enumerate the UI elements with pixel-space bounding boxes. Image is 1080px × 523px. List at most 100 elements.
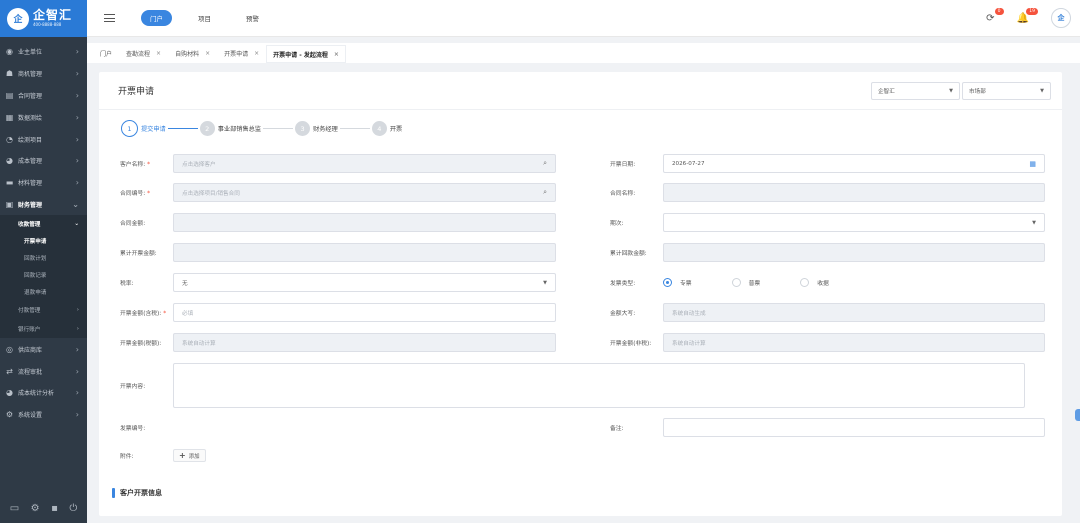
invoice-type-label: 发票类型:: [610, 281, 636, 287]
amount-upper-label: 金额大写:: [610, 311, 636, 317]
chevron-right-icon: ›: [75, 366, 79, 376]
chevron-right-icon: ›: [75, 112, 79, 122]
sidebar-item-payment[interactable]: 付款管理 ›: [0, 300, 87, 319]
sidebar-item-owner[interactable]: ◉ 业主单位 ›: [0, 41, 87, 63]
step-sales-director: 2 事业部销售总监: [199, 121, 261, 136]
calendar-icon: ▦: [1029, 159, 1036, 168]
power-icon[interactable]: ⏻: [69, 503, 77, 514]
chevron-right-icon: ›: [75, 178, 79, 188]
sidebar-item-payment-record[interactable]: 回款记录: [0, 266, 87, 283]
table-icon: ▦: [5, 112, 14, 122]
add-attachment-button[interactable]: + 添加: [173, 449, 206, 462]
chevron-right-icon: ›: [75, 156, 79, 166]
customer-input[interactable]: 点击选择客户 ⌕: [173, 154, 556, 173]
step-invoice: 4 开票: [371, 121, 402, 136]
user-circle-icon: ◉: [6, 47, 13, 57]
sidebar-item-contract[interactable]: ▤ 合同管理 ›: [0, 85, 87, 107]
total-received-input[interactable]: [663, 243, 1045, 262]
caret-down-icon: ▼: [543, 279, 547, 286]
customer-label: 客户名称:: [120, 162, 146, 168]
sync-icon: ⟳: [986, 12, 995, 24]
sidebar-item-invoice-apply[interactable]: 开票申请: [0, 232, 87, 249]
contract-no-input[interactable]: 点击选择项目/销售合同 ⌕: [173, 183, 556, 202]
tax-rate-label: 税率:: [120, 281, 134, 287]
sidebar-item-receipt[interactable]: 收款管理 ⌄: [0, 215, 87, 232]
avatar[interactable]: 企: [1051, 8, 1071, 28]
sidebar-item-survey-project[interactable]: ◔ 绘测项目 ›: [0, 128, 87, 150]
sidebar-item-refund[interactable]: 退款申请: [0, 283, 87, 300]
tax-rate-select[interactable]: 无 ▼: [173, 273, 556, 292]
caret-down-icon: ▼: [949, 87, 953, 94]
sidebar-item-material[interactable]: ▬ 材料管理 ›: [0, 172, 87, 194]
close-icon[interactable]: ×: [334, 51, 339, 58]
gear-icon[interactable]: ⚙: [31, 503, 40, 514]
tab-survey-flow[interactable]: 查勘流程 ×: [119, 43, 168, 63]
brand-logo[interactable]: 企 企智汇 400-8888-888: [0, 0, 87, 37]
period-select[interactable]: ▼: [663, 213, 1045, 232]
invoice-date-input[interactable]: 2026-07-27 ▦: [663, 154, 1045, 173]
contract-icon: ▤: [5, 90, 14, 100]
people-icon: ☗: [5, 69, 14, 79]
amount-excl-input[interactable]: 系统自动计算: [663, 333, 1045, 352]
amount-tax-input[interactable]: 系统自动计算: [173, 333, 556, 352]
invoice-date-label: 开票日期:: [610, 162, 636, 168]
period-label: 期次:: [610, 221, 624, 227]
sidebar-item-cost-analysis[interactable]: ◕ 成本统计分析 ›: [0, 382, 87, 404]
remark-input[interactable]: [663, 418, 1045, 437]
scroll-handle[interactable]: [1075, 409, 1080, 421]
caret-down-icon: ▼: [1032, 219, 1036, 226]
sidebar-item-payment-plan[interactable]: 回款计划: [0, 249, 87, 266]
chevron-right-icon: ›: [75, 410, 79, 420]
radio-receipt[interactable]: 收据: [800, 278, 829, 287]
top-menu-portal[interactable]: 门户: [141, 10, 172, 26]
sidebar-item-survey-data[interactable]: ▦ 数据测绘 ›: [0, 106, 87, 128]
content-textarea[interactable]: [173, 363, 1025, 408]
chevron-right-icon: ›: [75, 90, 79, 100]
plus-icon: +: [179, 450, 186, 460]
contract-amount-input[interactable]: [173, 213, 556, 232]
tab-self-material[interactable]: 自购材料 ×: [168, 43, 217, 63]
message-button[interactable]: ⟳ 0: [986, 7, 1004, 24]
sidebar-item-supplier[interactable]: ◎ 供应商库 ›: [0, 338, 87, 360]
notification-button[interactable]: 🔔 19: [1017, 7, 1038, 24]
sidebar-item-finance[interactable]: ▣ 财务管理 ⌄: [0, 194, 87, 216]
company-select[interactable]: 企智汇 ▼: [871, 81, 960, 100]
total-received-label: 累计回款金额:: [610, 251, 647, 257]
close-icon[interactable]: ×: [205, 50, 210, 57]
radio-special-invoice[interactable]: 专票: [663, 278, 692, 287]
tab-invoice-apply[interactable]: 开票申请 ×: [217, 43, 266, 63]
lock-icon[interactable]: ▪: [51, 503, 58, 514]
logo-mark: 企: [7, 7, 29, 30]
attachment-label: 附件:: [120, 454, 134, 460]
sidebar-item-bank[interactable]: 银行账户 ›: [0, 319, 87, 338]
sidebar-item-opportunity[interactable]: ☗ 商机管理 ›: [0, 63, 87, 85]
tab-portal[interactable]: 门户: [93, 43, 119, 63]
amount-tax-label: 开票金额(税额):: [120, 341, 162, 347]
amount-upper-input[interactable]: 系统自动生成: [663, 303, 1045, 322]
sidebar-item-approval[interactable]: ⇄ 流程审批 ›: [0, 360, 87, 382]
close-icon[interactable]: ×: [254, 50, 259, 57]
department-select[interactable]: 市场部 ▼: [962, 81, 1051, 100]
chevron-right-icon: ›: [76, 325, 79, 332]
page-title: 开票申请: [118, 87, 155, 97]
radio-normal-invoice[interactable]: 普票: [731, 278, 760, 287]
sidebar-item-cost[interactable]: ◕ 成本管理 ›: [0, 150, 87, 172]
top-menu-project[interactable]: 项目: [189, 10, 220, 26]
top-bar: 门户 项目 预警 ⟳ 0 🔔 19 企: [87, 0, 1080, 37]
sidebar-item-settings[interactable]: ⚙ 系统设置 ›: [0, 404, 87, 426]
total-invoiced-input[interactable]: [173, 243, 556, 262]
amount-incl-input[interactable]: 必填: [173, 303, 556, 322]
wallet-icon: ▣: [5, 199, 14, 209]
caret-down-icon: ▼: [1040, 87, 1044, 94]
top-menu-alert[interactable]: 预警: [237, 10, 268, 26]
top-menu: 门户 项目 预警: [141, 10, 285, 26]
tab-invoice-apply-flow[interactable]: 开票申请 - 发起流程 ×: [266, 43, 346, 63]
contract-name-input[interactable]: [663, 183, 1045, 202]
chevron-right-icon: ›: [75, 344, 79, 354]
menu-toggle-icon[interactable]: [104, 14, 115, 22]
step-submit: 1 提交申请: [121, 120, 166, 137]
supplier-icon: ◎: [6, 344, 13, 354]
gear-icon: ⚙: [5, 410, 14, 420]
close-icon[interactable]: ×: [156, 50, 161, 57]
monitor-icon[interactable]: ▭: [10, 503, 19, 514]
